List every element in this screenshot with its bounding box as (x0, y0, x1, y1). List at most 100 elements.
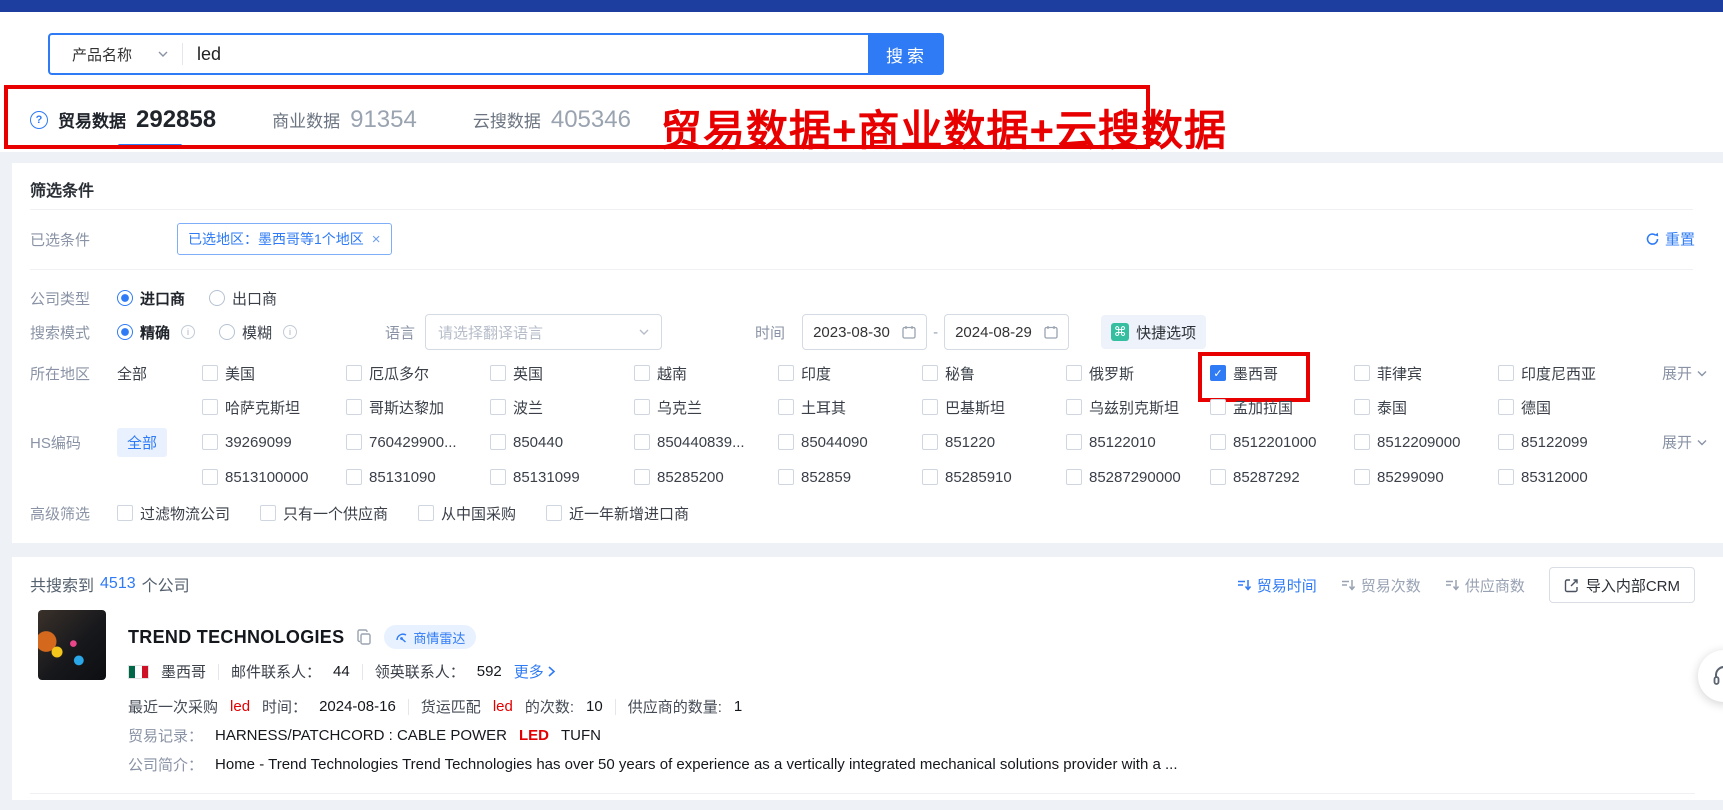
region-checkbox-哥斯达黎加[interactable]: 哥斯达黎加 (346, 397, 490, 418)
import-crm-label: 导入内部CRM (1586, 575, 1680, 596)
linkedin-contacts-label: 领英联系人： (375, 661, 465, 682)
hs-checkbox-851220[interactable]: 851220 (922, 434, 1066, 451)
region-checkbox-乌兹别克斯坦[interactable]: 乌兹别克斯坦 (1066, 397, 1210, 418)
radio-importer[interactable]: 进口商 (117, 288, 185, 309)
region-checkbox-德国[interactable]: 德国 (1498, 397, 1642, 418)
hs-checkbox-85044090[interactable]: 85044090 (778, 434, 922, 451)
region-checkbox-乌克兰[interactable]: 乌克兰 (634, 397, 778, 418)
advanced-checkbox-只有一个供应商[interactable]: 只有一个供应商 (260, 503, 388, 524)
region-checkbox-越南[interactable]: 越南 (634, 363, 778, 384)
region-checkbox-印度[interactable]: 印度 (778, 363, 922, 384)
region-checkbox-孟加拉国[interactable]: 孟加拉国 (1210, 397, 1354, 418)
region-checkbox-墨西哥[interactable]: 墨西哥 (1210, 363, 1354, 384)
reset-button[interactable]: 重置 (1645, 229, 1695, 250)
region-checkbox-波兰[interactable]: 波兰 (490, 397, 634, 418)
company-name[interactable]: TREND TECHNOLOGIES (128, 627, 344, 648)
company-desc-row: 公司简介： Home - Trend Technologies Trend Te… (128, 754, 1177, 775)
hs-checkbox-85285910[interactable]: 85285910 (922, 469, 1066, 486)
region-checkbox-泰国[interactable]: 泰国 (1354, 397, 1498, 418)
checkbox-label: 8513100000 (225, 469, 308, 486)
checkbox-icon (260, 505, 276, 521)
info-icon[interactable]: i (283, 325, 297, 339)
keyword-highlight: LED (519, 727, 549, 744)
trade-record-row: 贸易记录： HARNESS/PATCHCORD : CABLE POWER LE… (128, 725, 601, 746)
hs-checkbox-8512201000[interactable]: 8512201000 (1210, 434, 1354, 451)
hs-checkbox-852859[interactable]: 852859 (778, 469, 922, 486)
hs-checkbox-8513100000[interactable]: 8513100000 (202, 469, 346, 486)
hs-checkbox-85287292[interactable]: 85287292 (1210, 469, 1354, 486)
hs-checkbox-85122099[interactable]: 85122099 (1498, 434, 1642, 451)
search-button[interactable]: 搜索 (870, 33, 944, 75)
language-select[interactable]: 请选择翻译语言 (425, 314, 662, 350)
hs-expand-button[interactable]: 展开 (1662, 432, 1707, 453)
region-checkbox-土耳其[interactable]: 土耳其 (778, 397, 922, 418)
remove-tag-icon[interactable]: × (372, 231, 381, 248)
search-input[interactable] (183, 44, 868, 65)
region-checkbox-美国[interactable]: 美国 (202, 363, 346, 384)
sort-贸易次数[interactable]: 贸易次数 (1341, 575, 1421, 596)
divider (362, 664, 363, 680)
question-circle-icon[interactable]: ? (30, 111, 48, 129)
search-category-dropdown[interactable]: 产品名称 (50, 44, 182, 65)
business-radar-badge[interactable]: 商情雷达 (384, 625, 476, 649)
region-checkbox-印度尼西亚[interactable]: 印度尼西亚 (1498, 363, 1642, 384)
hs-checkbox-850440[interactable]: 850440 (490, 434, 634, 451)
advanced-checkbox-近一年新增进口商[interactable]: 近一年新增进口商 (546, 503, 689, 524)
checkbox-icon (634, 399, 650, 415)
checkbox-icon (1210, 399, 1226, 415)
hs-checkbox-760429900...[interactable]: 760429900... (346, 434, 490, 451)
region-checkbox-俄罗斯[interactable]: 俄罗斯 (1066, 363, 1210, 384)
checkbox-icon (1498, 399, 1514, 415)
purchase-info-row: 最近一次采购 led 时间： 2024-08-16 货运匹配 led 的次数: … (128, 696, 742, 717)
company-thumbnail[interactable] (38, 610, 106, 680)
date-from-input[interactable]: 2023-08-30 (802, 314, 927, 350)
more-link[interactable]: 更多 (514, 661, 556, 682)
tab-cloud-search-data[interactable]: 云搜数据 405346 (473, 106, 631, 134)
advanced-checkbox-从中国采购[interactable]: 从中国采购 (418, 503, 516, 524)
region-expand-button[interactable]: 展开 (1662, 363, 1707, 384)
region-checkbox-秘鲁[interactable]: 秘鲁 (922, 363, 1066, 384)
hs-checkbox-8512209000[interactable]: 8512209000 (1354, 434, 1498, 451)
selected-region-tag[interactable]: 已选地区：墨西哥等1个地区 × (177, 223, 392, 255)
radio-fuzzy[interactable]: 模糊 i (219, 322, 297, 343)
hs-checkbox-85131090[interactable]: 85131090 (346, 469, 490, 486)
checkbox-label: 85285200 (657, 469, 724, 486)
radio-exporter[interactable]: 出口商 (209, 288, 277, 309)
region-checkbox-哈萨克斯坦[interactable]: 哈萨克斯坦 (202, 397, 346, 418)
checkbox-label: 近一年新增进口商 (569, 503, 689, 524)
checkbox-icon (1066, 399, 1082, 415)
hs-checkbox-39269099[interactable]: 39269099 (202, 434, 346, 451)
hs-checkbox-85287290000[interactable]: 85287290000 (1066, 469, 1210, 486)
info-icon[interactable]: i (181, 325, 195, 339)
tab-business-data[interactable]: 商业数据 91354 (272, 106, 417, 134)
region-checkbox-巴基斯坦[interactable]: 巴基斯坦 (922, 397, 1066, 418)
hs-all[interactable]: 全部 (117, 428, 167, 457)
region-checkbox-英国[interactable]: 英国 (490, 363, 634, 384)
hs-checkbox-85122010[interactable]: 85122010 (1066, 434, 1210, 451)
tab-trade-data[interactable]: ? 贸易数据 292858 (30, 106, 216, 134)
region-all[interactable]: 全部 (117, 363, 202, 384)
hs-checkbox-850440839...[interactable]: 850440839... (634, 434, 778, 451)
region-row-2: 哈萨克斯坦哥斯达黎加波兰乌克兰土耳其巴基斯坦乌兹别克斯坦孟加拉国泰国德国 (30, 393, 1723, 421)
hs-checkbox-85299090[interactable]: 85299090 (1354, 469, 1498, 486)
times-label: 的次数: (525, 696, 574, 717)
copy-icon[interactable] (356, 629, 372, 645)
advanced-checkbox-过滤物流公司[interactable]: 过滤物流公司 (117, 503, 230, 524)
quick-options-button[interactable]: ⌘ 快捷选项 (1101, 315, 1206, 349)
active-tab-underline (118, 144, 182, 147)
radio-exact[interactable]: 精确 i (117, 322, 195, 343)
checkbox-icon (346, 365, 362, 381)
purchase-label: 最近一次采购 (128, 696, 218, 717)
results-summary: 共搜索到 4513 个公司 (30, 572, 190, 596)
sort-贸易时间[interactable]: 贸易时间 (1237, 575, 1317, 596)
hs-checkbox-85285200[interactable]: 85285200 (634, 469, 778, 486)
sort-供应商数[interactable]: 供应商数 (1445, 575, 1525, 596)
date-to-input[interactable]: 2024-08-29 (944, 314, 1069, 350)
divider (30, 793, 1695, 794)
region-checkbox-厄瓜多尔[interactable]: 厄瓜多尔 (346, 363, 490, 384)
hs-checkbox-85131099[interactable]: 85131099 (490, 469, 634, 486)
hs-checkbox-85312000[interactable]: 85312000 (1498, 469, 1642, 486)
region-checkbox-菲律宾[interactable]: 菲律宾 (1354, 363, 1498, 384)
chevron-down-icon (1697, 368, 1707, 378)
import-crm-button[interactable]: 导入内部CRM (1549, 567, 1695, 603)
